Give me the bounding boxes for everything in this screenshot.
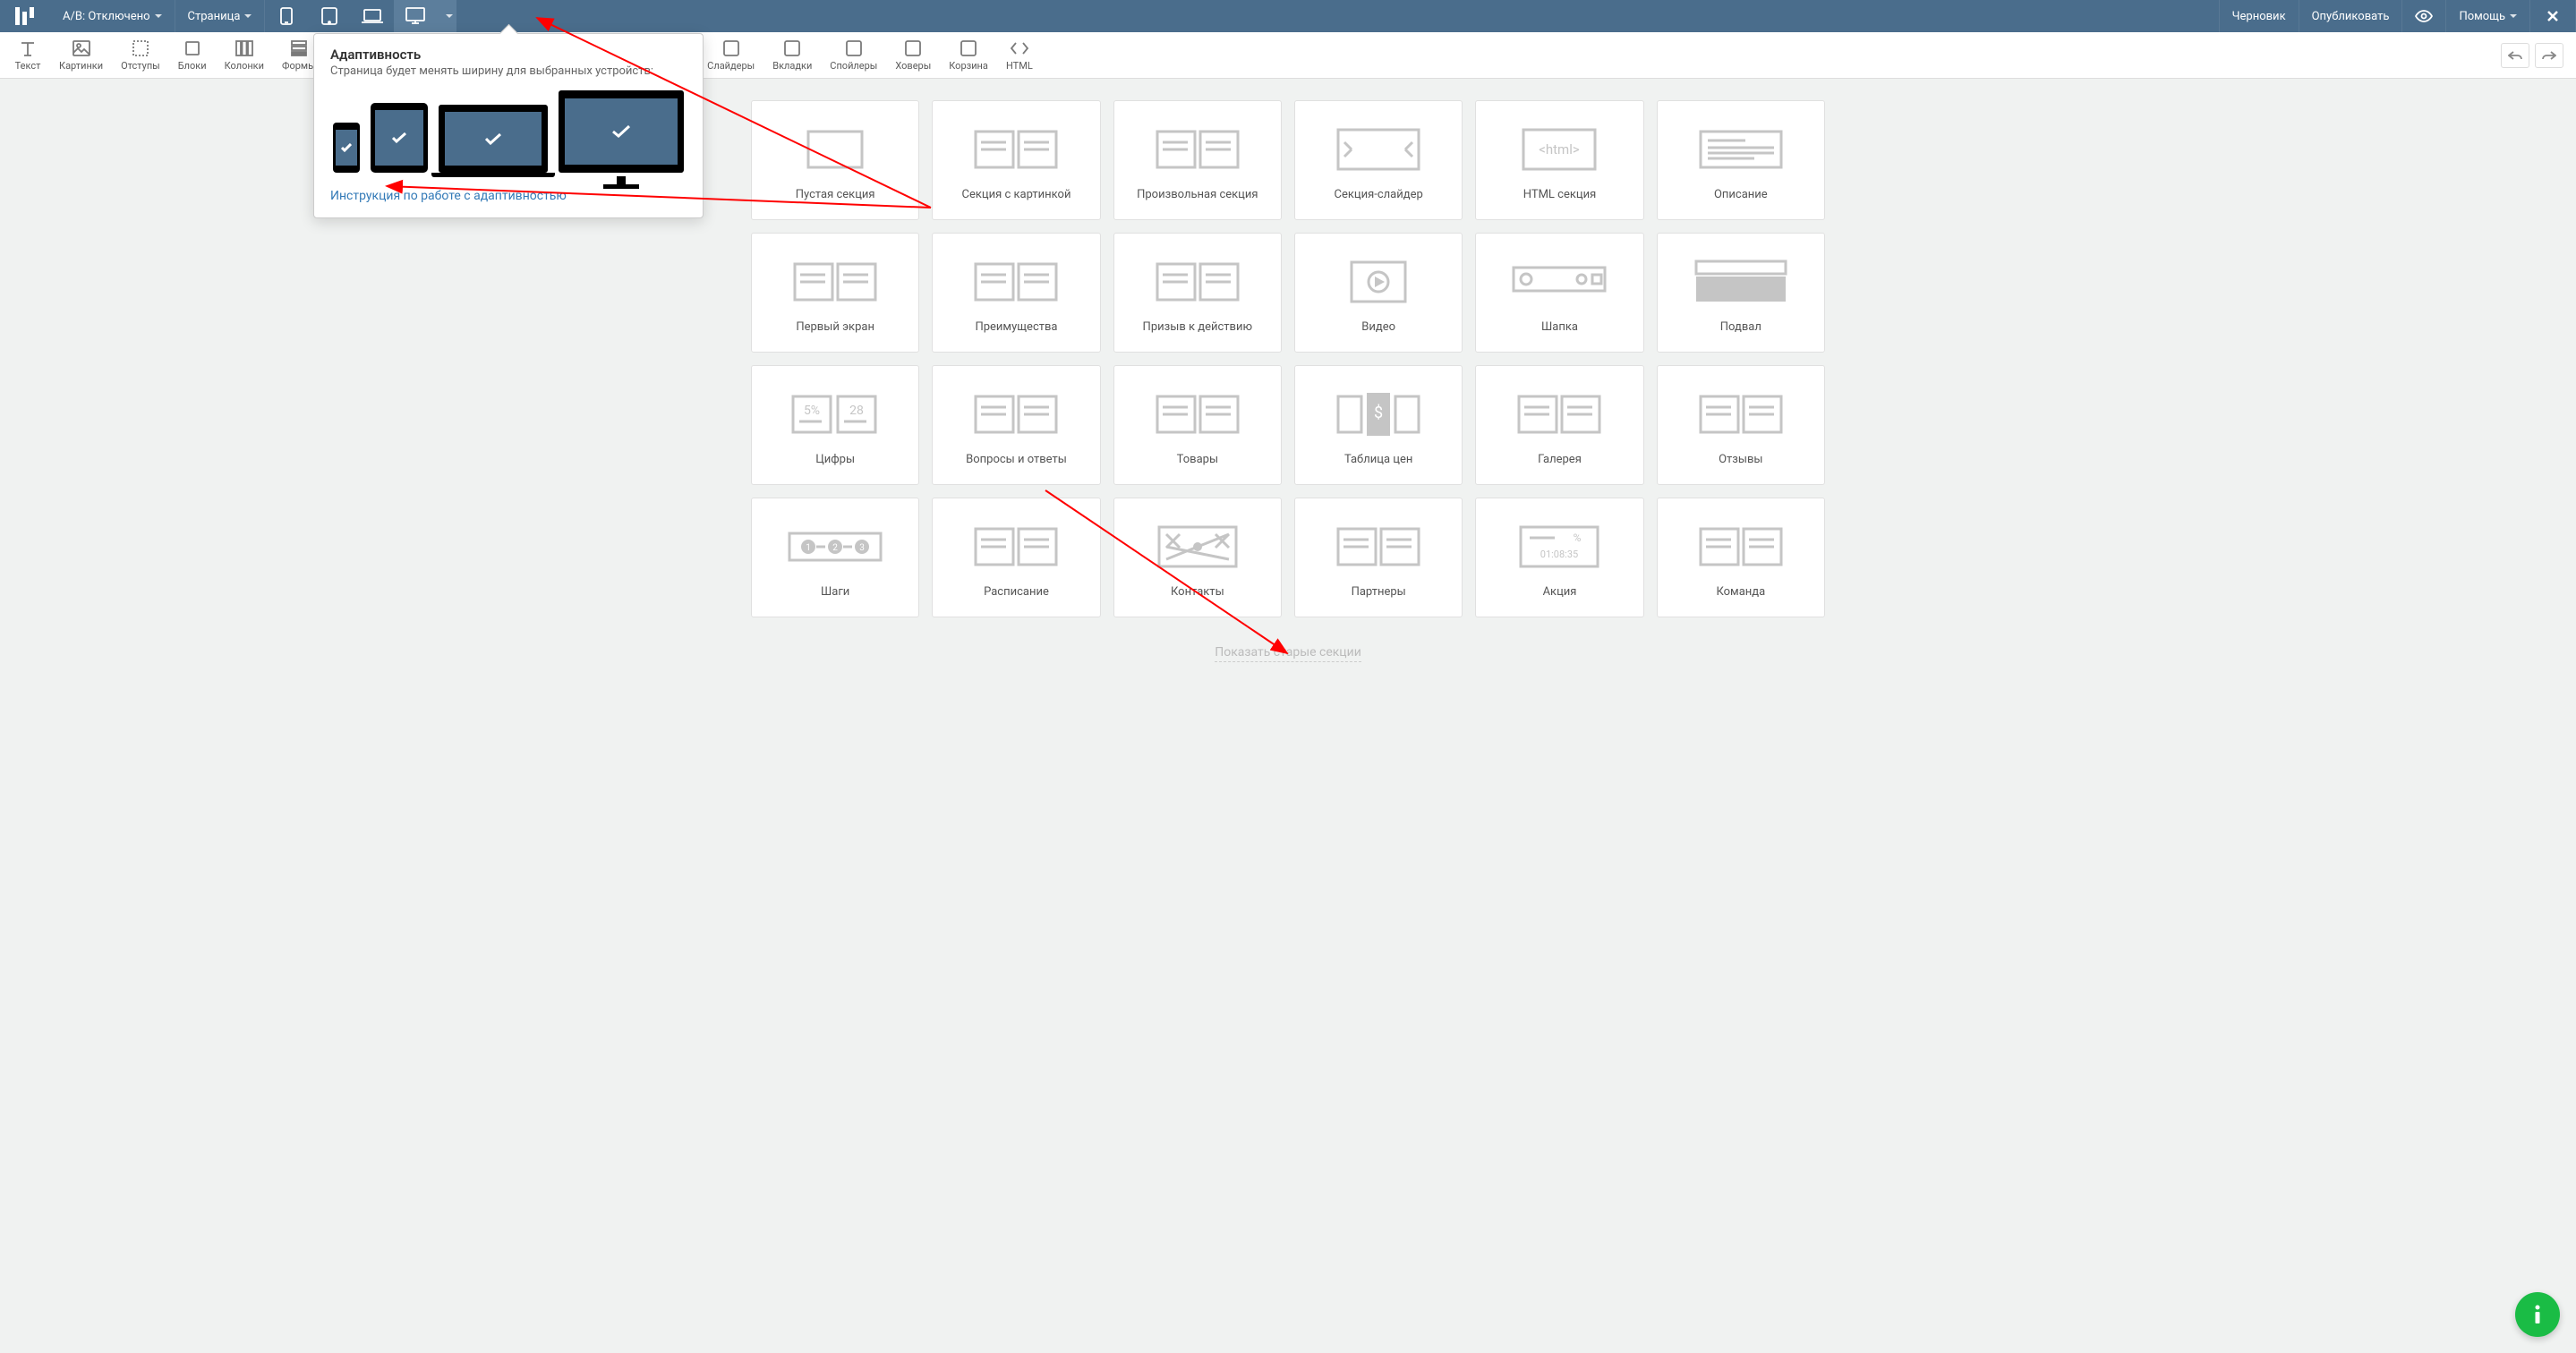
ab-toggle[interactable]: A/B: Отключено	[50, 0, 175, 32]
section-pricing[interactable]: $Таблица цен	[1294, 365, 1463, 485]
svg-text:28: 28	[849, 404, 864, 418]
svg-text:01:08:35: 01:08:35	[1540, 549, 1578, 560]
device-tablet[interactable]	[308, 0, 351, 32]
help-fab[interactable]	[2515, 1292, 2560, 1337]
popover-link[interactable]: Инструкция по работе с адаптивностью	[330, 189, 687, 203]
section-gallery[interactable]: Галерея	[1475, 365, 1643, 485]
section-video[interactable]: Видео	[1294, 233, 1463, 353]
section-benefits[interactable]: Преимущества	[932, 233, 1100, 353]
popover-devices	[330, 90, 687, 173]
device-preview-desktop	[559, 90, 684, 173]
section-empty[interactable]: Пустая секция	[751, 100, 919, 220]
section-promo[interactable]: %01:08:35Акция	[1475, 498, 1643, 617]
section-first-screen[interactable]: Первый экран	[751, 233, 919, 353]
tool-cart[interactable]: Корзина	[940, 35, 997, 75]
redo-button[interactable]	[2535, 43, 2563, 68]
tool-text[interactable]: Текст	[5, 35, 50, 75]
section-schedule[interactable]: Расписание	[932, 498, 1100, 617]
ab-label: A/B: Отключено	[63, 10, 150, 23]
tool-images[interactable]: Картинки	[50, 35, 112, 75]
info-icon	[2533, 1305, 2542, 1324]
draft-label: Черновик	[2219, 0, 2299, 32]
section-team[interactable]: Команда	[1657, 498, 1825, 617]
svg-text:3: 3	[859, 543, 865, 553]
section-products[interactable]: Товары	[1113, 365, 1282, 485]
publish-button[interactable]: Опубликовать	[2299, 0, 2403, 32]
tool-hovers[interactable]: Ховеры	[886, 35, 940, 75]
logo[interactable]	[0, 0, 50, 32]
section-faq[interactable]: Вопросы и ответы	[932, 365, 1100, 485]
device-preview-laptop	[439, 105, 548, 173]
page-dropdown[interactable]: Страница	[175, 0, 266, 32]
caret-icon	[244, 14, 252, 18]
caret-icon	[2510, 14, 2517, 18]
caret-icon	[446, 14, 453, 18]
page-label: Страница	[188, 10, 241, 23]
svg-text:5%: 5%	[804, 404, 820, 418]
section-custom[interactable]: Произвольная секция	[1113, 100, 1282, 220]
section-image-section[interactable]: Секция с картинкой	[932, 100, 1100, 220]
tool-sliders[interactable]: Слайдеры	[698, 35, 763, 75]
section-description[interactable]: Описание	[1657, 100, 1825, 220]
top-bar: A/B: Отключено Страница Черновик Опублик…	[0, 0, 2576, 32]
tool-blocks[interactable]: Блоки	[169, 35, 216, 75]
undo-button[interactable]	[2501, 43, 2529, 68]
popover-description: Страница будет менять ширину для выбранн…	[330, 64, 687, 78]
device-more[interactable]	[437, 0, 456, 32]
section-partners[interactable]: Партнеры	[1294, 498, 1463, 617]
tool-columns[interactable]: Колонки	[216, 35, 273, 75]
sections-grid: Пустая секцияСекция с картинкойПроизволь…	[751, 100, 1825, 617]
tool-spoilers[interactable]: Спойлеры	[821, 35, 886, 75]
show-old-sections[interactable]: Показать старые секции	[81, 642, 2495, 659]
section-steps[interactable]: 123Шаги	[751, 498, 919, 617]
help-dropdown[interactable]: Помощь	[2446, 0, 2530, 32]
svg-text:1: 1	[806, 543, 811, 553]
section-header[interactable]: Шапка	[1475, 233, 1643, 353]
section-reviews[interactable]: Отзывы	[1657, 365, 1825, 485]
section-numbers[interactable]: 5%28Цифры	[751, 365, 919, 485]
tool-html[interactable]: HTML	[997, 35, 1042, 75]
svg-text:2: 2	[832, 543, 838, 553]
device-laptop[interactable]	[351, 0, 394, 32]
svg-text:%: %	[1574, 532, 1582, 544]
device-preview-tablet	[371, 103, 428, 173]
svg-text:<html>: <html>	[1540, 141, 1581, 157]
section-html-section[interactable]: <html>HTML секция	[1475, 100, 1643, 220]
device-desktop[interactable]	[394, 0, 437, 32]
adaptive-popover: Адаптивность Страница будет менять ширин…	[313, 33, 704, 218]
svg-text:$: $	[1374, 404, 1383, 422]
tool-spacing[interactable]: Отступы	[112, 35, 169, 75]
section-cta[interactable]: Призыв к действию	[1113, 233, 1282, 353]
device-preview-phone	[333, 123, 360, 173]
preview-button[interactable]	[2402, 0, 2446, 32]
tool-tabs[interactable]: Вкладки	[763, 35, 821, 75]
close-button[interactable]	[2530, 0, 2576, 32]
popover-title: Адаптивность	[330, 47, 687, 63]
section-footer[interactable]: Подвал	[1657, 233, 1825, 353]
device-switcher	[265, 0, 456, 32]
section-slider[interactable]: Секция-слайдер	[1294, 100, 1463, 220]
section-contacts[interactable]: Контакты	[1113, 498, 1282, 617]
device-phone[interactable]	[265, 0, 308, 32]
caret-icon	[155, 14, 162, 18]
